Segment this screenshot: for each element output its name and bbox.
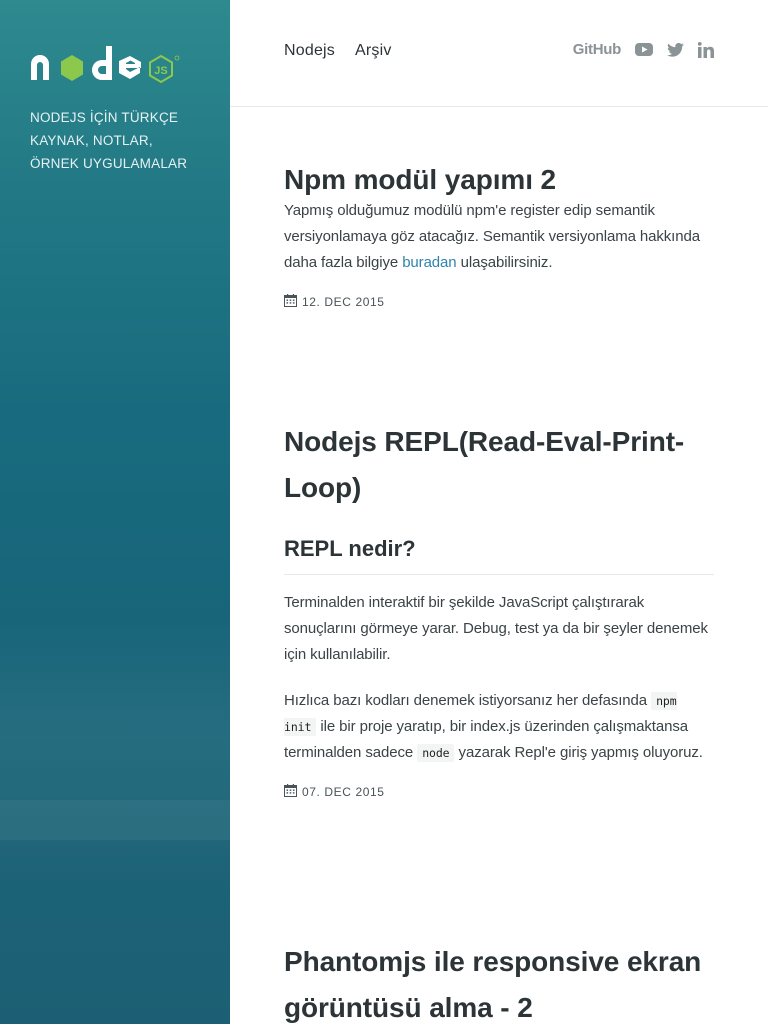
post-subheading: REPL nedir?	[284, 536, 714, 575]
post-title[interactable]: Nodejs REPL(Read-Eval-Print-Loop)	[284, 419, 714, 511]
main-nav: Nodejs Arşiv	[284, 42, 392, 60]
post-paragraph: Terminalden interaktif bir şekilde JavaS…	[284, 594, 708, 663]
post-date-text: 07. DEC 2015	[302, 785, 385, 799]
site-tagline: NODEJS İÇİN TÜRKÇE KAYNAK, NOTLAR, ÖRNEK…	[30, 106, 210, 175]
post-title[interactable]: Phantomjs ile responsive ekran görüntüsü…	[284, 939, 714, 1024]
post-item: Nodejs REPL(Read-Eval-Print-Loop) REPL n…	[284, 419, 714, 800]
tagline-line: KAYNAK, NOTLAR,	[30, 133, 153, 148]
nav-item-arsiv[interactable]: Arşiv	[355, 42, 392, 60]
github-icon[interactable]: GitHub	[573, 41, 622, 58]
paragraph-text: Hızlıca bazı kodları denemek istiyorsanı…	[284, 692, 652, 709]
nodejs-logo[interactable]: JS	[30, 42, 182, 86]
post-title[interactable]: Npm modül yapımı 2	[284, 157, 714, 203]
youtube-icon[interactable]	[635, 43, 653, 56]
post-item: Npm modül yapımı 2 Yapmış olduğumuz modü…	[284, 157, 714, 310]
svg-text:JS: JS	[154, 65, 167, 77]
twitter-icon[interactable]	[667, 42, 684, 57]
social-links: GitHub	[573, 41, 714, 58]
tagline-line: ÖRNEK UYGULAMALAR	[30, 156, 188, 171]
post-excerpt: Yapmış olduğumuz modülü npm'e register e…	[284, 198, 714, 276]
paragraph-text: yazarak Repl'e giriş yapmış oluyoruz.	[454, 744, 703, 761]
post-date: 12. DEC 2015	[284, 294, 714, 310]
tagline-line: NODEJS İÇİN TÜRKÇE	[30, 110, 179, 125]
buradan-link[interactable]: buradan	[402, 254, 456, 271]
sidebar-texture	[0, 620, 230, 880]
sidebar: JS NODEJS İÇİN TÜRKÇE KAYNAK, NOTLAR, ÖR…	[0, 0, 230, 1024]
calendar-icon	[284, 294, 297, 310]
top-navigation-bar: Nodejs Arşiv GitHub	[230, 0, 768, 107]
code-node: node	[417, 744, 455, 762]
linkedin-icon[interactable]	[698, 41, 714, 58]
post-date: 07. DEC 2015	[284, 784, 714, 800]
post-date-text: 12. DEC 2015	[302, 295, 385, 309]
post-paragraph: Hızlıca bazı kodları denemek istiyorsanı…	[284, 688, 714, 766]
nav-item-nodejs[interactable]: Nodejs	[284, 42, 335, 60]
excerpt-text: ulaşabilirsiniz.	[456, 254, 553, 271]
post-item: Phantomjs ile responsive ekran görüntüsü…	[284, 939, 714, 1024]
sidebar-texture-band	[0, 800, 230, 840]
calendar-icon	[284, 784, 297, 800]
